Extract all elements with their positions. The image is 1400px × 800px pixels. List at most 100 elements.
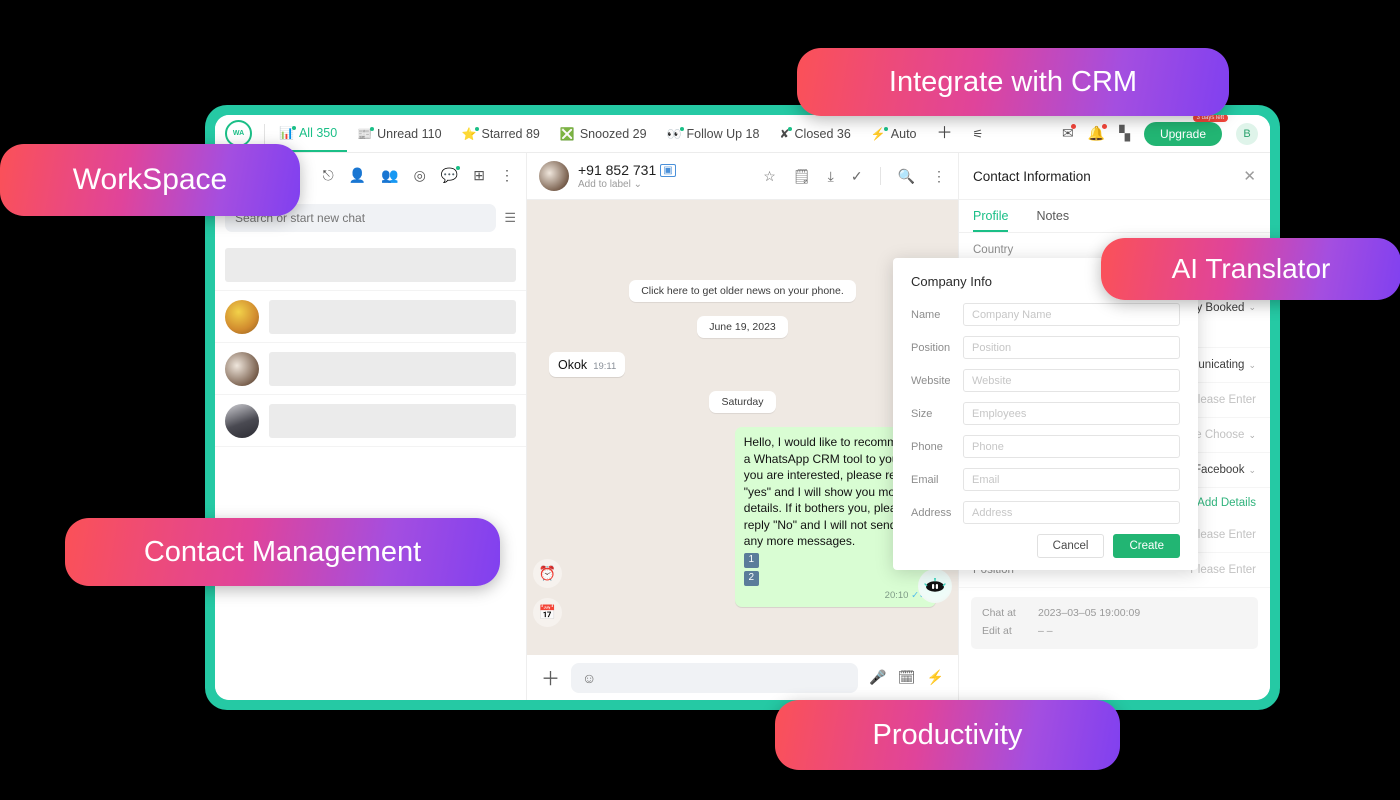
chat-list[interactable] — [215, 239, 526, 700]
tab-closed[interactable]: ✘ Closed 36 — [769, 115, 860, 152]
unread-icon: 📰 — [357, 126, 375, 141]
mail-icon[interactable]: ✉ — [1062, 124, 1076, 142]
company-name-input[interactable] — [963, 303, 1180, 326]
date-separator: Saturday — [709, 391, 776, 413]
chat-sidebar: ⎋ 👤 👥 ◎ 💬 ⊞ ⋮ ☰ — [215, 153, 527, 700]
field-label: Website — [911, 374, 951, 387]
tab-snoozed[interactable]: ❎ Snoozed 29 — [550, 115, 657, 152]
chat-at-line: Chat at 2023–03–05 19:00:09 — [982, 605, 1247, 623]
alarm-clock-icon[interactable]: ⏰ — [533, 559, 562, 588]
tab-unread[interactable]: 📰 Unread 110 — [347, 115, 451, 152]
tab-auto-label: Auto — [890, 126, 917, 141]
option-chip: 2 — [743, 570, 759, 586]
plus-icon[interactable]: ＋ — [541, 664, 560, 691]
apps-grid-icon[interactable]: ▚ — [1119, 125, 1130, 142]
tab-followup[interactable]: 👀 Follow Up 18 — [657, 115, 770, 152]
field-value-text: Facebook — [1193, 464, 1245, 476]
message-meta: 20:10 ✓✓ — [744, 589, 927, 602]
top-navigation-bar: WA 📊 All 350 📰 Unread 110 ⭐ Starred 89 ❎… — [215, 115, 1270, 153]
list-item[interactable] — [215, 291, 526, 343]
check-icon[interactable]: ✓ — [851, 168, 863, 185]
modal-field-size: Size — [911, 402, 1180, 425]
contact-panel-tabs: Profile Notes — [959, 200, 1270, 233]
schedule-message-icon[interactable]: 🗓 — [898, 669, 916, 686]
tab-profile[interactable]: Profile — [973, 200, 1009, 232]
avatar[interactable] — [539, 161, 569, 191]
position-input[interactable] — [963, 336, 1180, 359]
tab-auto[interactable]: ⚡ Auto — [861, 115, 927, 152]
more-vertical-icon[interactable]: ⋮ — [500, 167, 514, 184]
note-icon[interactable]: 🗒 — [793, 168, 811, 185]
tab-followup-label: Follow Up 18 — [686, 126, 760, 141]
upgrade-label: Upgrade — [1159, 126, 1206, 141]
chat-contact-name-row: +91 852 731 ▣ — [578, 162, 676, 178]
chat-row-skeleton — [269, 403, 516, 438]
create-button[interactable]: Create — [1113, 534, 1180, 558]
close-icon[interactable]: ✕ — [1243, 167, 1256, 185]
tab-notes[interactable]: Notes — [1036, 200, 1069, 232]
search-icon[interactable]: 🔍 — [898, 168, 915, 185]
archive-icon[interactable]: ⤓ — [828, 168, 834, 185]
option-chip: 1 — [743, 552, 759, 568]
add-to-label-button[interactable]: Add to label ⌄ — [578, 179, 676, 190]
feature-badge-productivity: Productivity — [775, 700, 1120, 770]
list-item[interactable] — [215, 395, 526, 447]
filter-icon[interactable]: ☰ — [504, 210, 516, 226]
system-message: Click here to get older news on your pho… — [629, 280, 856, 302]
website-input[interactable] — [963, 369, 1180, 392]
list-item[interactable] — [215, 239, 526, 291]
field-value: Facebook ⌄ — [1194, 464, 1256, 476]
company-info-modal[interactable]: Company Info Name Position Website Size … — [893, 258, 1198, 570]
list-item[interactable] — [215, 343, 526, 395]
feature-badge-ai-translator: AI Translator — [1101, 238, 1400, 300]
chat-header-tools: ☆ 🗒 ⤓ ✓ 🔍 ⋮ — [763, 167, 946, 185]
edit-at-line: Edit at – – — [982, 623, 1247, 641]
message-input-box[interactable]: ☺ — [571, 662, 859, 693]
star-outline-icon[interactable]: ☆ — [763, 168, 776, 185]
user-avatar[interactable]: B — [1236, 122, 1258, 145]
chat-row-skeleton — [225, 247, 516, 282]
new-chat-icon[interactable]: ⊞ — [473, 167, 485, 184]
broadcast-icon[interactable]: 💬 — [441, 165, 461, 184]
status-icon[interactable]: ◎ — [414, 167, 426, 184]
ai-robot-icon[interactable] — [918, 569, 952, 603]
tab-starred[interactable]: ⭐ Starred 89 — [452, 115, 550, 152]
quick-reply-icon[interactable]: ⚡ — [927, 669, 944, 686]
calendar-check-icon[interactable]: 📅 — [533, 598, 562, 627]
avatar — [225, 403, 259, 438]
phone-input[interactable] — [963, 435, 1180, 458]
contact-panel-header: Contact Information ✕ — [959, 153, 1270, 200]
microphone-icon[interactable]: 🎤 — [869, 669, 886, 686]
add-contact-icon[interactable]: 👤 — [349, 167, 366, 184]
export-chat-icon[interactable]: ⎋ — [323, 167, 334, 184]
message-bubble-incoming: Okok 19:11 — [549, 352, 626, 377]
upgrade-button[interactable]: Upgrade 3 days left — [1143, 115, 1228, 146]
chat-float-actions: ⏰ 📅 — [533, 559, 562, 627]
field-label: Size — [911, 407, 933, 420]
avatar — [225, 299, 259, 334]
tab-settings-button[interactable]: ⚟ — [963, 115, 994, 152]
more-vertical-icon[interactable]: ⋮ — [932, 168, 946, 185]
message-input[interactable] — [604, 670, 848, 685]
app-logo: WA — [225, 120, 252, 147]
field-label: Position — [911, 341, 951, 354]
tab-starred-label: Starred 89 — [481, 126, 540, 141]
add-tab-button[interactable]: ＋ — [927, 115, 963, 152]
modal-field-position: Position — [911, 336, 1180, 359]
cancel-button[interactable]: Cancel — [1036, 534, 1105, 558]
bell-icon[interactable]: 🔔 — [1088, 124, 1108, 142]
field-label: Email — [911, 473, 939, 486]
emoji-icon[interactable]: ☺ — [582, 670, 596, 686]
contact-timestamps: Chat at 2023–03–05 19:00:09 Edit at – – — [971, 597, 1258, 649]
edit-at-value: – – — [1038, 624, 1053, 637]
address-input[interactable] — [963, 501, 1180, 524]
chat-row-skeleton — [269, 299, 516, 334]
tab-snoozed-label: Snoozed 29 — [579, 126, 647, 141]
id-card-icon: ▣ — [660, 163, 676, 177]
group-icon[interactable]: 👥 — [381, 167, 398, 184]
email-input[interactable] — [963, 468, 1180, 491]
chat-at-value: 2023–03–05 19:00:09 — [1038, 607, 1141, 619]
size-input[interactable] — [963, 402, 1180, 425]
edit-at-label: Edit at — [982, 624, 1012, 637]
followup-icon: 👀 — [666, 126, 684, 141]
